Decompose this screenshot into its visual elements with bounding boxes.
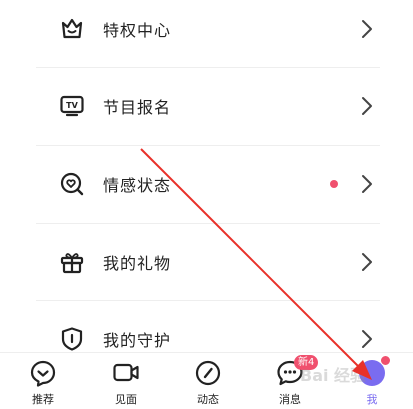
message-badge: 新4 xyxy=(294,355,319,370)
chevron-right-icon xyxy=(362,330,372,348)
chevron-right-icon xyxy=(362,253,372,271)
svg-text:TV: TV xyxy=(66,101,78,110)
menu-item-label: 情感状态 xyxy=(103,176,172,195)
video-icon xyxy=(113,363,139,382)
tab-moments[interactable]: 动态 xyxy=(178,359,238,407)
tab-label: 我 xyxy=(366,393,378,406)
gift-icon xyxy=(58,248,86,276)
tab-meet[interactable]: 见面 xyxy=(96,359,156,407)
menu-item-my-gifts[interactable]: 我的礼物 xyxy=(36,223,380,301)
chevron-right-icon xyxy=(362,175,372,193)
screen: 特权中心 TV 节目报名 情感状态 我的礼物 我的守护 推荐 见面 动态 消息 … xyxy=(0,0,413,409)
tab-label: 见面 xyxy=(115,393,137,406)
shield-icon xyxy=(58,325,86,353)
tab-label: 消息 xyxy=(279,393,301,406)
menu-item-relationship-status[interactable]: 情感状态 xyxy=(36,145,380,223)
menu-item-label: 我的守护 xyxy=(103,331,172,350)
bottom-tab-bar: 推荐 见面 动态 消息 我 xyxy=(0,352,413,409)
tab-recommend[interactable]: 推荐 xyxy=(13,359,73,407)
heart-search-icon xyxy=(58,170,86,198)
menu-item-label: 节目报名 xyxy=(103,98,172,117)
tab-label: 推荐 xyxy=(32,393,54,406)
recommend-icon xyxy=(30,360,56,387)
notification-dot xyxy=(380,355,391,366)
chevron-right-icon xyxy=(362,20,372,38)
compass-icon xyxy=(195,360,221,386)
tab-label: 动态 xyxy=(197,393,219,406)
menu-item-program-signup[interactable]: TV 节目报名 xyxy=(36,67,380,145)
crown-icon xyxy=(58,15,86,43)
menu-item-label: 我的礼物 xyxy=(103,254,172,273)
chevron-right-icon xyxy=(362,97,372,115)
menu-item-privilege-center[interactable]: 特权中心 xyxy=(36,0,380,68)
menu-item-label: 特权中心 xyxy=(103,21,172,40)
unread-dot xyxy=(330,180,338,188)
tv-icon: TV xyxy=(58,92,86,120)
